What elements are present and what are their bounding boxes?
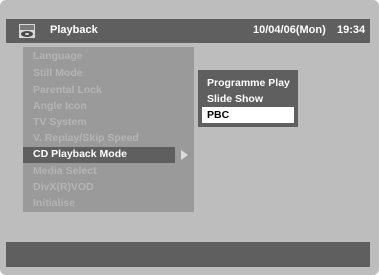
menu-item-divx-vod[interactable]: DivX(R)VOD xyxy=(23,180,194,196)
chevron-right-icon xyxy=(181,150,188,160)
menu-item-parental-lock[interactable]: Parental Lock xyxy=(23,83,194,99)
menu-item-label: TV System xyxy=(33,116,87,128)
menu-item-tv-system[interactable]: TV System xyxy=(23,115,194,131)
menu-item-label: DivX(R)VOD xyxy=(33,181,94,193)
menu-item-label: V. Replay/Skip Speed xyxy=(33,132,139,144)
submenu-item-label: Slide Show xyxy=(207,93,264,105)
status-bar xyxy=(6,242,370,267)
header-bar: Playback 10/04/06(Mon) 19:34 xyxy=(6,19,370,43)
submenu-item-slide-show[interactable]: Slide Show xyxy=(198,91,298,107)
menu-item-label: Language xyxy=(33,50,83,62)
menu-item-initialise[interactable]: Initialise xyxy=(23,196,194,212)
menu-item-label: Angle Icon xyxy=(33,100,87,112)
menu-item-label: Still Mode xyxy=(33,67,83,79)
submenu-item-label: PBC xyxy=(207,109,230,121)
playback-menu: Language Still Mode Parental Lock Angle … xyxy=(23,47,194,212)
date-display: 10/04/06(Mon) xyxy=(253,24,326,36)
osd-screen: Playback 10/04/06(Mon) 19:34 Language St… xyxy=(0,0,379,275)
menu-item-language[interactable]: Language xyxy=(23,49,194,65)
menu-item-cd-playback-mode[interactable]: CD Playback Mode xyxy=(23,147,188,163)
submenu-item-pbc[interactable]: PBC xyxy=(202,107,294,123)
menu-item-v-replay-skip-speed[interactable]: V. Replay/Skip Speed xyxy=(23,131,194,147)
menu-item-label: Initialise xyxy=(33,197,76,209)
time-display: 19:34 xyxy=(337,24,366,36)
menu-item-still-mode[interactable]: Still Mode xyxy=(23,66,194,82)
menu-item-label: Media Select xyxy=(33,165,97,177)
menu-item-label: CD Playback Mode xyxy=(33,148,127,160)
cd-playback-mode-submenu: Programme Play Slide Show PBC xyxy=(198,70,298,127)
submenu-item-programme-play[interactable]: Programme Play xyxy=(198,75,298,91)
menu-item-angle-icon[interactable]: Angle Icon xyxy=(23,99,194,115)
disc-tray-icon xyxy=(18,23,36,39)
menu-item-media-select[interactable]: Media Select xyxy=(23,164,194,180)
menu-item-label: Parental Lock xyxy=(33,84,102,96)
page-title: Playback xyxy=(50,24,98,36)
submenu-item-label: Programme Play xyxy=(207,77,290,89)
